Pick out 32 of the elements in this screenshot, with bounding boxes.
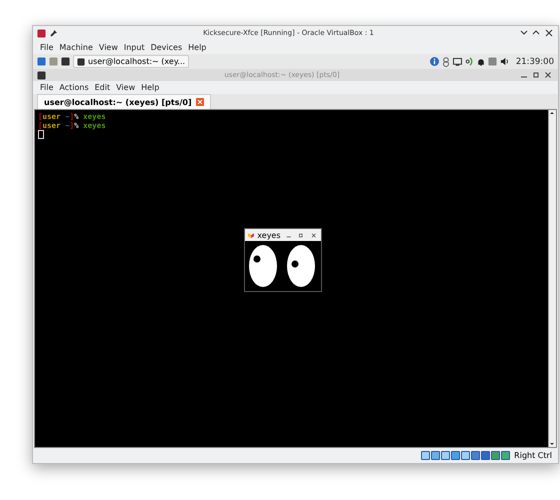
- menu-item[interactable]: Help: [138, 83, 162, 92]
- info-icon[interactable]: [430, 57, 439, 66]
- text-cursor: [38, 130, 44, 139]
- clock: 21:39:00: [516, 56, 554, 66]
- terminal-tab[interactable]: user@localhost:~ (xeyes) [pts/0]: [37, 94, 211, 109]
- network-icon[interactable]: [464, 57, 474, 66]
- xeyes-title: xeyes: [257, 230, 281, 240]
- maximize-button[interactable]: [298, 232, 304, 238]
- menu-item[interactable]: File: [37, 42, 56, 52]
- menu-item[interactable]: View: [113, 83, 138, 92]
- menu-item[interactable]: Actions: [56, 83, 92, 92]
- display-icon[interactable]: [452, 58, 462, 66]
- volume-icon[interactable]: [500, 57, 509, 66]
- scrollbar[interactable]: [548, 110, 556, 447]
- bell-icon[interactable]: [476, 58, 485, 66]
- menu-item[interactable]: Input: [120, 42, 148, 52]
- close-button[interactable]: [310, 232, 316, 238]
- window-controls-icon[interactable]: [520, 29, 554, 37]
- menu-item[interactable]: Edit: [92, 83, 114, 92]
- taskbar-item[interactable]: user@localhost:~ (xey...: [73, 55, 190, 68]
- pin-icon[interactable]: [50, 30, 57, 36]
- menu-item[interactable]: Machine: [56, 42, 96, 52]
- menu-item[interactable]: Help: [185, 42, 210, 52]
- menu-item[interactable]: Devices: [148, 42, 186, 52]
- close-icon[interactable]: [196, 99, 203, 105]
- scroll-down-icon[interactable]: [549, 441, 555, 447]
- maximize-button[interactable]: [532, 71, 540, 79]
- lock-icon[interactable]: [442, 56, 450, 66]
- menu-item[interactable]: View: [96, 42, 121, 52]
- host-key-label: Right Ctrl: [514, 451, 552, 460]
- close-button[interactable]: [544, 71, 552, 79]
- menu-item[interactable]: File: [37, 83, 56, 92]
